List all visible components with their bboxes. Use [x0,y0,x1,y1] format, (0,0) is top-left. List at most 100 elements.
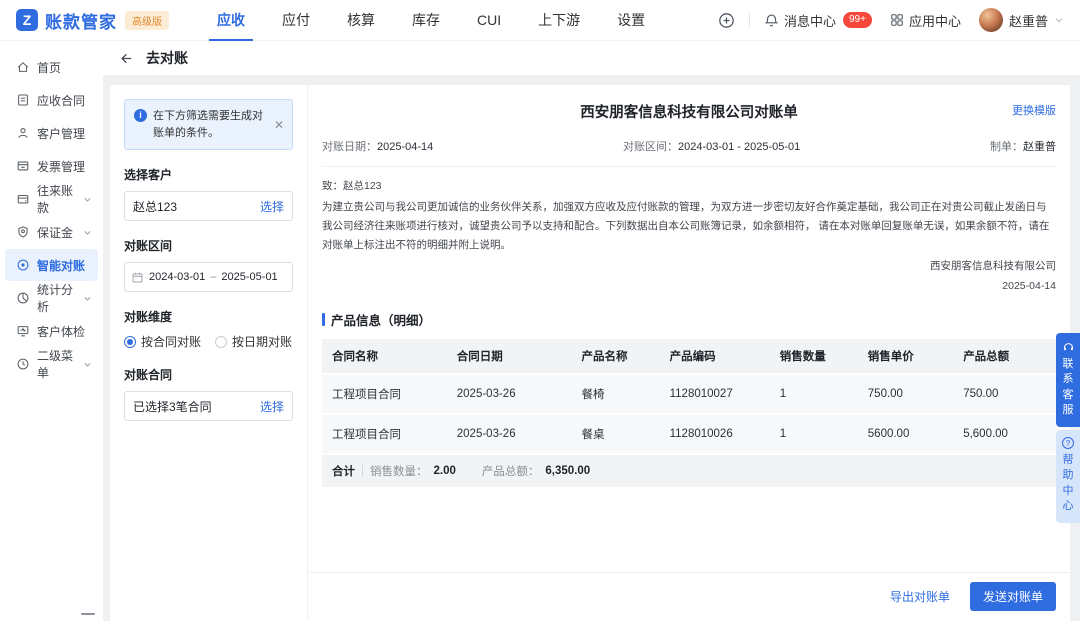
nav-tab-receivable[interactable]: 应收 [215,0,247,41]
sidebar-item-label: 首页 [37,59,61,76]
total-label: 合计 [332,463,355,479]
apps-grid-icon [890,13,904,27]
letter-body: 为建立贵公司与我公司更加诚信的业务伙伴关系，加强双方应收及应付账款的管理，为双方… [322,198,1056,255]
back-arrow-icon[interactable] [119,51,134,66]
statement-period-label: 对账区间： [623,141,678,153]
chevron-down-icon [83,228,92,237]
total-amount-value: 6,350.00 [545,465,590,477]
nav-tab-accounting[interactable]: 核算 [345,0,377,41]
sidebar-item-label: 客户管理 [37,125,85,142]
clock-icon [16,357,30,371]
radio-by-date[interactable]: 按日期对账 [215,333,292,350]
nav-divider [749,13,750,27]
change-template-link[interactable]: 更换模版 [1012,102,1056,118]
app-root: Z 账款管家 高级版 应收 应付 核算 库存 CUI 上下游 设置 [0,0,1080,621]
message-center-button[interactable]: 消息中心 99+ [764,11,872,30]
radio-label: 按日期对账 [232,333,292,350]
sidebar: 首页 应收合同 客户管理 发票管理 [0,41,103,621]
user-menu[interactable]: 赵重普 [979,8,1064,32]
customer-select-link[interactable]: 选择 [260,198,284,215]
sidebar-item-label: 应收合同 [37,92,85,109]
nav-tab-settings[interactable]: 设置 [615,0,647,41]
radio-icon [215,336,227,348]
sidebar-item-receivable-contract[interactable]: 应收合同 [5,84,98,116]
invoice-icon [16,159,30,173]
footer-divider: | [361,465,364,477]
sidebar-item-label: 发票管理 [37,158,85,175]
table-header-cell: 产品总额 [953,339,1056,374]
sidebar-item-label: 统计分析 [37,281,83,315]
filter-panel: i 在下方筛选需要生成对账单的条件。 ✕ 选择客户 赵总123 选择 对账区间 … [110,85,308,621]
plus-circle-icon[interactable] [718,12,735,29]
dimension-label: 对账维度 [124,308,293,325]
send-statement-button[interactable]: 发送对账单 [970,582,1056,611]
user-name: 赵重普 [1009,11,1048,30]
radio-by-contract[interactable]: 按合同对账 [124,333,201,350]
sidebar-collapse-handle[interactable] [81,613,95,615]
sidebar-item-customer-mgmt[interactable]: 客户管理 [5,117,98,149]
contract-value: 已选择3笔合同 [133,398,260,415]
table-header-cell: 产品名称 [572,339,660,374]
nav-tab-inventory[interactable]: 库存 [410,0,442,41]
deposit-shield-icon [16,225,30,239]
sidebar-item-customer-checkup[interactable]: 客户体检 [5,315,98,347]
sidebar-item-invoice-mgmt[interactable]: 发票管理 [5,150,98,182]
signature-date: 2025-04-14 [322,277,1056,297]
sidebar-item-home[interactable]: 首页 [5,51,98,83]
sidebar-item-statistics[interactable]: 统计分析 [5,282,98,314]
statement-date: 2025-04-14 [377,141,433,153]
statement-header: 西安朋客信息科技有限公司对账单 更换模版 [322,97,1056,122]
statement-maker-label: 制单： [990,141,1023,153]
help-center-button[interactable]: ? 帮助中心 [1056,430,1080,523]
nav-tab-cui[interactable]: CUI [475,0,503,41]
product-detail-table: 合同名称 合同日期 产品名称 产品编码 销售数量 销售单价 产品总额 工程项目合… [322,339,1056,487]
page-title: 去对账 [146,48,188,68]
chevron-down-icon [83,294,92,303]
contract-select-link[interactable]: 选择 [260,398,284,415]
home-icon [16,60,30,74]
chevron-down-icon [83,360,92,369]
total-qty-label: 销售数量： [370,463,428,479]
logo-icon: Z [16,9,38,31]
statement-period: 2024-03-01 - 2025-05-01 [678,141,800,153]
bell-icon [764,13,779,28]
nav-tab-supply-chain[interactable]: 上下游 [536,0,582,41]
customer-value: 赵总123 [133,198,260,215]
contract-input[interactable]: 已选择3笔合同 选择 [124,391,293,421]
period-range-input[interactable]: 2024-03-01 – 2025-05-01 [124,262,293,292]
table-row: 工程项目合同 2025-03-26 餐椅 1128010027 1 750.00… [322,374,1056,414]
sidebar-item-label: 智能对账 [37,257,85,274]
sidebar-item-deposit[interactable]: 保证金 [5,216,98,248]
total-qty-value: 2.00 [434,465,456,477]
radio-icon [124,336,136,348]
close-icon[interactable]: ✕ [274,119,284,131]
nav-tab-payable[interactable]: 应付 [280,0,312,41]
sidebar-item-smart-reconciliation[interactable]: 智能对账 [5,249,98,281]
customer-input[interactable]: 赵总123 选择 [124,191,293,221]
sidebar-item-secondary-menu[interactable]: 二级菜单 [5,348,98,380]
statement-date-label: 对账日期： [322,141,377,153]
signature-company: 西安朋客信息科技有限公司 [322,257,1056,277]
table-footer-cell: 合计 | 销售数量： 2.00 产品总额： 6,350.00 [322,454,1056,487]
contact-support-button[interactable]: 联系客服 [1056,333,1080,427]
stats-pie-icon [16,291,30,305]
table-header-cell: 销售单价 [858,339,953,374]
product-section-header: 产品信息（明细） [322,310,1056,329]
avatar [979,8,1003,32]
table-cell: 750.00 [858,374,953,414]
headset-icon [1062,340,1075,353]
table-cell: 2025-03-26 [447,374,572,414]
app-center-button[interactable]: 应用中心 [890,11,961,30]
statement-title: 西安朋客信息科技有限公司对账单 [322,101,1056,122]
main-card: i 在下方筛选需要生成对账单的条件。 ✕ 选择客户 赵总123 选择 对账区间 … [110,85,1070,621]
total-amount-label: 产品总额： [482,463,540,479]
table-header-cell: 合同名称 [322,339,447,374]
export-statement-button[interactable]: 导出对账单 [890,588,950,605]
chevron-down-icon [1054,15,1064,25]
customer-icon [16,126,30,140]
sidebar-item-label: 客户体检 [37,323,85,340]
period-start-value: 2024-03-01 [149,271,205,283]
sidebar-item-transactions[interactable]: 往来账款 [5,183,98,215]
table-cell: 1128010026 [660,414,770,454]
period-separator: – [210,271,216,283]
